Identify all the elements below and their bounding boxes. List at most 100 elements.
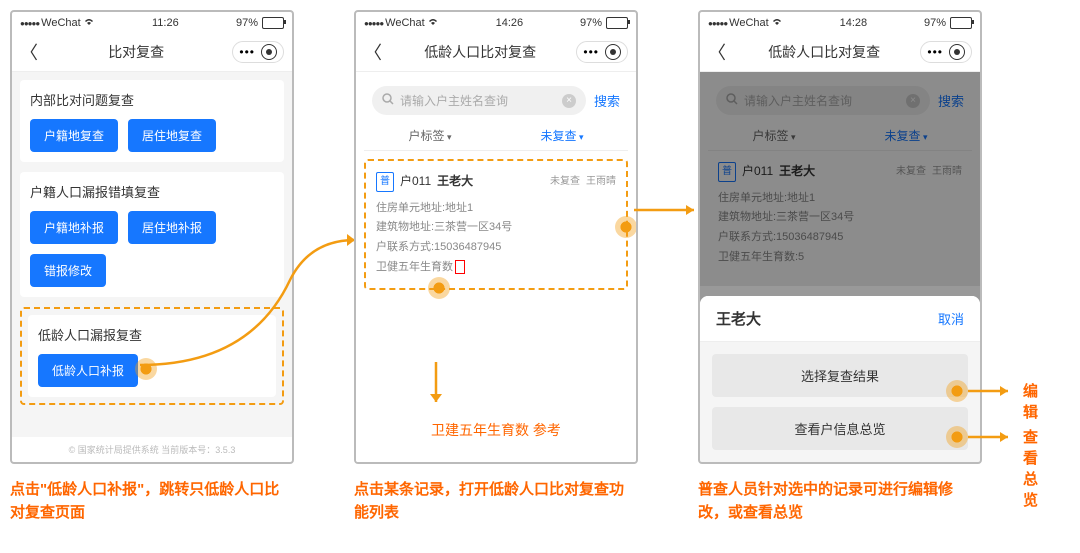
status-time: 14:26 (439, 17, 580, 29)
record-card[interactable]: 普 户011 王老大 未复查 王雨晴 住房单元地址:地址1 建筑物地址:三茶营一… (366, 161, 626, 288)
annotation-ref-text: 卫建五年生育数 参考 (364, 420, 628, 440)
footer-version: © 国家统计局提供系统 当前版本号：3.5.3 (12, 437, 292, 462)
select-result-button[interactable]: 选择复查结果 (712, 354, 968, 397)
record-birth-count: 卫健五年生育数:5 (718, 248, 962, 268)
record-address2: 建筑物地址:三茶营一区34号 (718, 208, 962, 228)
nav-title: 低龄人口比对复查 (728, 42, 920, 62)
view-overview-button[interactable]: 查看户信息总览 (712, 407, 968, 450)
target-icon[interactable] (949, 44, 965, 60)
sheet-cancel-button[interactable]: 取消 (938, 309, 964, 328)
phone-1: WeChat 11:26 97% 〈 比对复查 ••• (10, 10, 294, 464)
target-icon[interactable] (261, 44, 277, 60)
search-button: 搜索 (938, 91, 964, 110)
record-birth-count: 卫健五年生育数 (376, 258, 616, 278)
record-code: 户011 (742, 161, 773, 183)
status-bar: WeChat 14:26 97% (356, 12, 636, 33)
phone-2-column: WeChat 14:26 97% 〈 低龄人口比对复查 ••• (354, 10, 638, 524)
clear-icon[interactable]: × (562, 94, 576, 108)
search-button[interactable]: 搜索 (594, 91, 620, 110)
caption-1: 点击"低龄人口补报"，跳转只低龄人口比对复查页面 (10, 479, 290, 524)
search-input[interactable]: 请输入户主姓名查询 × (372, 86, 586, 115)
phone-1-column: WeChat 11:26 97% 〈 比对复查 ••• (10, 10, 294, 524)
annotation-marker-view (946, 426, 968, 448)
search-icon (382, 93, 394, 108)
nav-title: 低龄人口比对复查 (384, 42, 576, 62)
carrier-label: WeChat (41, 17, 81, 29)
record-address1: 住房单元地址:地址1 (718, 189, 962, 209)
arrow-down (426, 362, 446, 412)
section-title: 内部比对问题复查 (30, 90, 274, 109)
clear-icon: × (906, 94, 920, 108)
status-bar: WeChat 14:28 97% (700, 12, 980, 33)
content-area: 内部比对问题复查 户籍地复查 居住地复查 户籍人口漏报错填复查 户籍地补报 居住… (12, 72, 292, 437)
wifi-icon (427, 16, 439, 29)
battery-percent: 97% (924, 17, 946, 29)
nav-title: 比对复查 (40, 42, 232, 62)
side-label-view: 查看总览 (1023, 426, 1038, 510)
record-address2: 建筑物地址:三茶营一区34号 (376, 218, 616, 238)
search-row-dimmed: 请输入户主姓名查询 × 搜索 (708, 80, 972, 121)
caption-3: 普查人员针对选中的记录可进行编辑修改，或查看总览 (698, 479, 978, 524)
back-icon[interactable]: 〈 (364, 39, 384, 65)
record-name: 王老大 (779, 161, 815, 183)
red-highlight-box (455, 260, 465, 274)
more-icon[interactable]: ••• (927, 45, 943, 59)
lowage-supplement-button[interactable]: 低龄人口补报 (38, 354, 138, 387)
arrow-2 (634, 205, 704, 215)
more-icon[interactable]: ••• (239, 45, 255, 59)
residence-supplement-button[interactable]: 居住地补报 (128, 211, 216, 244)
nav-capsule[interactable]: ••• (576, 41, 628, 63)
filter-tag[interactable]: 户标签 (408, 127, 451, 144)
search-row: 请输入户主姓名查询 × 搜索 (364, 80, 628, 121)
phone-2: WeChat 14:26 97% 〈 低龄人口比对复查 ••• (354, 10, 638, 464)
carrier-label: WeChat (729, 17, 769, 29)
phone-3-column: WeChat 14:28 97% 〈 低龄人口比对复查 ••• (698, 10, 982, 524)
nav-capsule[interactable]: ••• (920, 41, 972, 63)
filter-tag: 户标签 (752, 127, 795, 144)
signal-dots-icon (708, 17, 727, 29)
error-correction-button[interactable]: 错报修改 (30, 254, 106, 287)
wifi-icon (771, 16, 783, 29)
record-code: 户011 (400, 171, 431, 193)
content-area: 请输入户主姓名查询 × 搜索 户标签 未复查 普 户011 王老大 (700, 72, 980, 462)
annotation-marker (135, 358, 157, 380)
record-person: 王雨晴 (586, 173, 616, 191)
section-internal-compare: 内部比对问题复查 户籍地复查 居住地复查 (20, 80, 284, 162)
record-status: 未复查 (896, 163, 926, 181)
filter-status: 未复查 (884, 127, 927, 144)
back-icon[interactable]: 〈 (20, 39, 40, 65)
nav-bar: 〈 低龄人口比对复查 ••• (356, 33, 636, 72)
search-placeholder: 请输入户主姓名查询 (400, 92, 508, 109)
annotation-marker-edit (946, 380, 968, 402)
badge-pu: 普 (718, 162, 736, 182)
residence-recheck-button[interactable]: 居住地复查 (128, 119, 216, 152)
battery-icon (606, 17, 628, 29)
wifi-icon (83, 16, 95, 29)
record-name: 王老大 (437, 171, 473, 193)
section-lowage-missing: 低龄人口漏报复查 低龄人口补报 (28, 315, 276, 397)
hukou-supplement-button[interactable]: 户籍地补报 (30, 211, 118, 244)
sheet-title: 王老大 (716, 308, 761, 329)
more-icon[interactable]: ••• (583, 45, 599, 59)
side-label-edit: 编辑 (1023, 380, 1038, 422)
filter-status[interactable]: 未复查 (540, 127, 583, 144)
nav-bar: 〈 比对复查 ••• (12, 33, 292, 72)
battery-percent: 97% (236, 17, 258, 29)
record-status: 未复查 (550, 173, 580, 191)
record-phone: 户联系方式:15036487945 (718, 228, 962, 248)
caption-2: 点击某条记录，打开低龄人口比对复查功能列表 (354, 479, 634, 524)
badge-pu: 普 (376, 172, 394, 192)
record-phone: 户联系方式:15036487945 (376, 238, 616, 258)
target-icon[interactable] (605, 44, 621, 60)
action-sheet: 王老大 取消 选择复查结果 查看户信息总览 (700, 296, 980, 462)
carrier-label: WeChat (385, 17, 425, 29)
back-icon[interactable]: 〈 (708, 39, 728, 65)
content-area: 请输入户主姓名查询 × 搜索 户标签 未复查 普 户011 王老大 (356, 72, 636, 462)
status-bar: WeChat 11:26 97% (12, 12, 292, 33)
nav-capsule[interactable]: ••• (232, 41, 284, 63)
search-placeholder: 请输入户主姓名查询 (744, 92, 852, 109)
signal-dots-icon (20, 17, 39, 29)
highlight-box-lowage: 低龄人口漏报复查 低龄人口补报 (20, 307, 284, 405)
record-person: 王雨晴 (932, 163, 962, 181)
hukou-recheck-button[interactable]: 户籍地复查 (30, 119, 118, 152)
